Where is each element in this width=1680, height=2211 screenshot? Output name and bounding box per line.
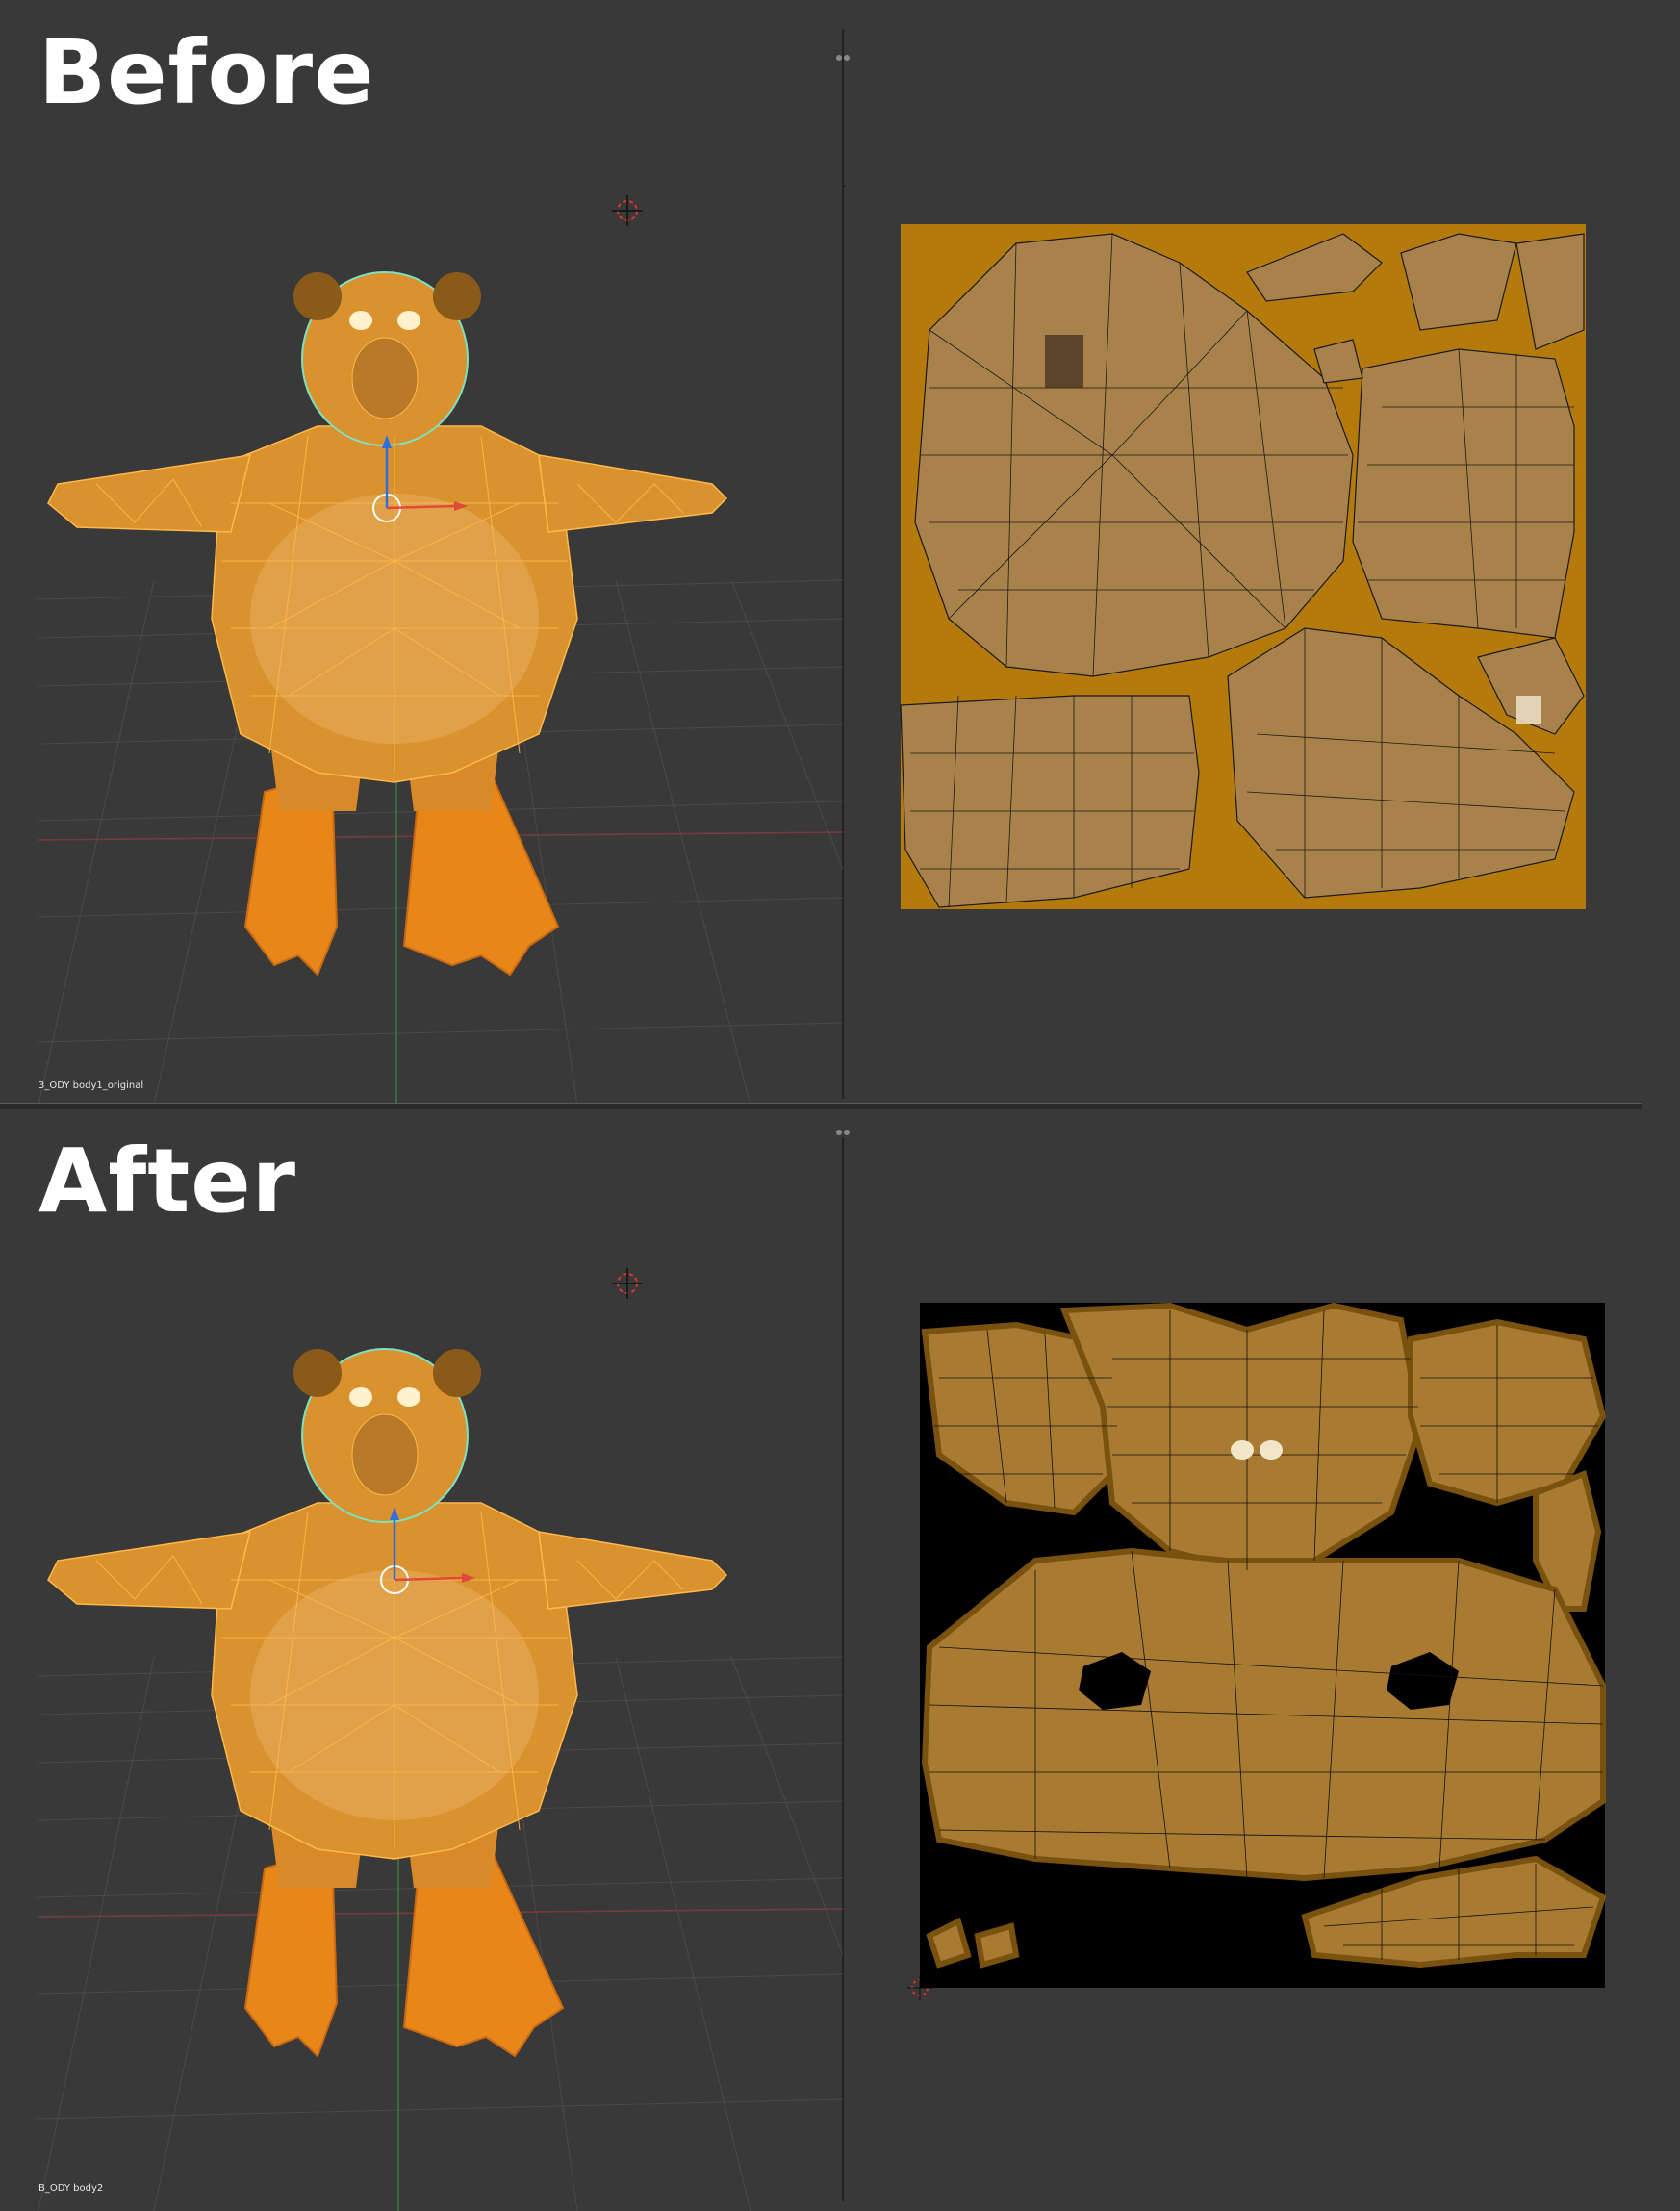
bear-mesh[interactable]: [47, 1348, 728, 2058]
after-panel: After B_ODY body2: [0, 1108, 1680, 2211]
uv-cursor-icon[interactable]: [843, 173, 846, 198]
3d-cursor-icon[interactable]: [612, 195, 643, 226]
object-name-label-before: 3_ODY body1_original: [38, 1080, 144, 1091]
3d-viewport-after[interactable]: [38, 1108, 843, 2211]
3d-viewport-before[interactable]: [38, 0, 843, 1108]
uv-editor-before[interactable]: [843, 0, 1642, 1108]
3d-cursor-icon[interactable]: [612, 1268, 643, 1299]
uv-editor-after[interactable]: [843, 1108, 1642, 2211]
before-panel: Before 3_ODY body1_original: [0, 0, 1680, 1108]
object-name-label-after: B_ODY body2: [38, 2183, 104, 2194]
